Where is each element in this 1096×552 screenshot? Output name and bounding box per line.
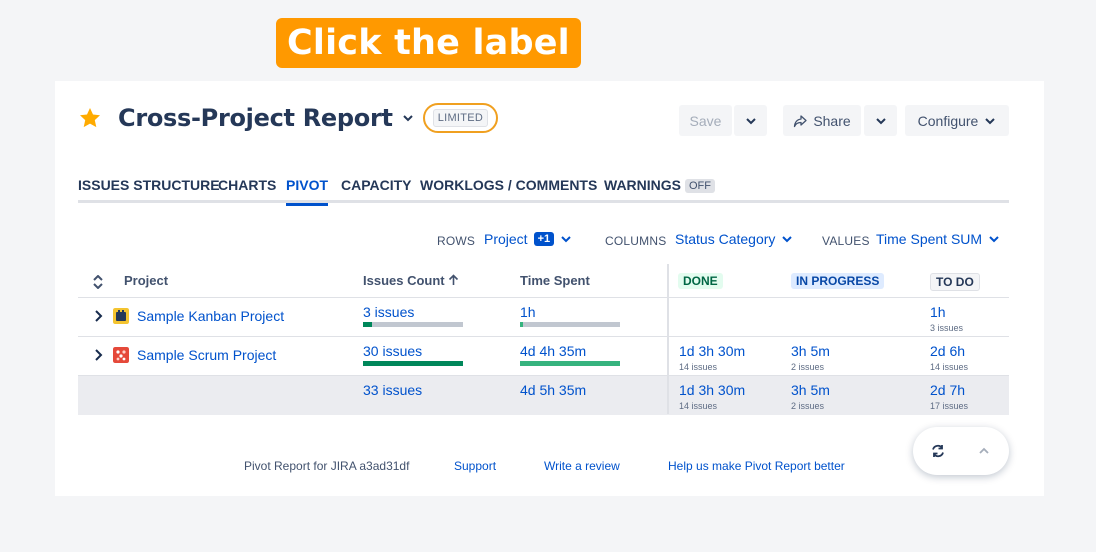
total-in-progress-time-link[interactable]: 3h 5m [791, 382, 830, 398]
write-review-link[interactable]: Write a review [544, 459, 620, 473]
title-row: Cross-Project Report LIMITED [78, 103, 499, 133]
save-options-button[interactable] [734, 105, 767, 136]
done-issue-count: 14 issues [679, 362, 718, 372]
columns-label: COLUMNS [605, 234, 667, 248]
total-done-issue-count: 14 issues [679, 401, 718, 411]
time-spent-bar-fill [520, 361, 620, 366]
issues-count-link[interactable]: 3 issues [363, 304, 414, 320]
done-column-header[interactable]: DONE [678, 273, 723, 289]
share-icon [794, 114, 807, 127]
chevron-up-icon[interactable] [978, 445, 990, 457]
in-progress-issue-count: 2 issues [791, 362, 825, 372]
tab-worklogs-comments[interactable]: WORKLOGS / COMMENTS [420, 177, 597, 203]
to-do-issue-count: 14 issues [930, 362, 969, 372]
limited-label-highlight[interactable]: LIMITED [422, 103, 499, 133]
to-do-column-header[interactable]: TO DO [930, 273, 980, 291]
tab-warnings[interactable]: WARNINGS OFF [604, 177, 715, 203]
chevron-down-icon [745, 117, 756, 124]
total-done-time-link[interactable]: 1d 3h 30m [679, 382, 745, 398]
version-text: Pivot Report for JIRA a3ad31df [244, 459, 410, 473]
refresh-icon[interactable] [931, 444, 945, 458]
issues-count-link[interactable]: 30 issues [363, 343, 422, 359]
in-progress-time-link[interactable]: 3h 5m [791, 343, 830, 359]
time-spent-bar [520, 322, 620, 327]
time-spent-bar [520, 361, 620, 366]
tab-capacity[interactable]: CAPACITY [341, 177, 412, 203]
arrow-up-icon [449, 274, 459, 285]
total-to-do-time-link[interactable]: 2d 7h [930, 382, 965, 398]
share-button[interactable]: Share [783, 105, 861, 136]
total-issues-count-link[interactable]: 33 issues [363, 382, 422, 398]
total-in-progress-issue-count: 2 issues [791, 401, 825, 411]
values-value: Time Spent SUM [876, 231, 983, 247]
done-time-link[interactable]: 1d 3h 30m [679, 343, 745, 359]
issues-count-bar-fill [363, 361, 463, 366]
in-progress-column-header[interactable]: IN PROGRESS [791, 273, 885, 289]
configure-label: Configure [917, 112, 979, 129]
configure-button[interactable]: Configure [905, 105, 1009, 136]
values-selector[interactable]: Time Spent SUM [876, 231, 1000, 247]
instruction-callout: Click the label [276, 18, 581, 68]
project-link[interactable]: Sample Scrum Project [137, 347, 276, 363]
warnings-off-badge: OFF [685, 179, 715, 193]
chevron-down-icon[interactable] [401, 111, 415, 125]
tab-charts[interactable]: CHARTS [218, 177, 276, 203]
issues-count-header-label: Issues Count [363, 273, 445, 288]
table-header: Project Issues Count Time Spent DONE IN … [78, 264, 1009, 298]
rows-value: Project [484, 231, 528, 247]
feedback-link[interactable]: Help us make Pivot Report better [668, 459, 845, 473]
floating-actions [913, 427, 1009, 475]
rows-label: ROWS [437, 234, 476, 248]
table-row: Sample Kanban Project 3 issues 1h 1h 3 i… [78, 298, 1009, 337]
report-card: Cross-Project Report LIMITED Save Share … [55, 81, 1044, 496]
columns-value: Status Category [675, 231, 776, 247]
issues-count-bar [363, 361, 463, 366]
total-time-spent-link[interactable]: 4d 5h 35m [520, 382, 586, 398]
report-title: Cross-Project Report [118, 104, 393, 132]
kanban-project-icon [113, 308, 129, 324]
tab-warnings-label: WARNINGS [604, 177, 681, 193]
total-to-do-issue-count: 17 issues [930, 401, 969, 411]
chevron-down-icon [561, 236, 571, 243]
star-icon[interactable] [78, 106, 102, 130]
share-label: Share [813, 112, 851, 129]
tab-pivot[interactable]: PIVOT [286, 177, 329, 206]
to-do-time-link[interactable]: 2d 6h [930, 343, 965, 359]
project-link[interactable]: Sample Kanban Project [137, 308, 284, 324]
scrum-project-icon [113, 347, 129, 363]
share-options-button[interactable] [864, 105, 897, 136]
support-link[interactable]: Support [454, 459, 496, 473]
columns-selector[interactable]: Status Category [675, 231, 793, 247]
limited-badge[interactable]: LIMITED [432, 109, 489, 127]
time-spent-link[interactable]: 1h [520, 304, 536, 320]
project-column-header[interactable]: Project [124, 273, 168, 288]
to-do-time-link[interactable]: 1h [930, 304, 946, 320]
report-tabs: ISSUES STRUCTURE CHARTS PIVOT CAPACITY W… [78, 173, 1009, 206]
rows-extra-badge: +1 [533, 232, 555, 246]
time-spent-bar-fill [520, 322, 523, 327]
tab-issues-structure[interactable]: ISSUES STRUCTURE [78, 177, 220, 203]
chevron-down-icon [782, 236, 793, 243]
chevron-right-icon[interactable] [92, 348, 104, 362]
total-row: 33 issues 4d 5h 35m 1d 3h 30m 14 issues … [78, 376, 1009, 415]
issues-count-column-header[interactable]: Issues Count [363, 273, 459, 288]
time-spent-link[interactable]: 4d 4h 35m [520, 343, 586, 359]
chevron-right-icon[interactable] [92, 309, 104, 323]
issues-count-bar-fill [363, 322, 372, 327]
save-button[interactable]: Save [679, 105, 732, 136]
rows-selector[interactable]: Project +1 [484, 231, 572, 247]
column-divider [667, 264, 669, 414]
issues-count-bar [363, 322, 463, 327]
table-row: Sample Scrum Project 30 issues 4d 4h 35m… [78, 337, 1009, 376]
sort-toggle-icon[interactable] [92, 275, 104, 289]
time-spent-column-header[interactable]: Time Spent [520, 273, 590, 288]
chevron-down-icon [985, 117, 996, 124]
to-do-issue-count: 3 issues [930, 323, 964, 333]
chevron-down-icon [989, 236, 999, 243]
chevron-down-icon [875, 117, 886, 124]
values-label: VALUES [822, 234, 870, 248]
